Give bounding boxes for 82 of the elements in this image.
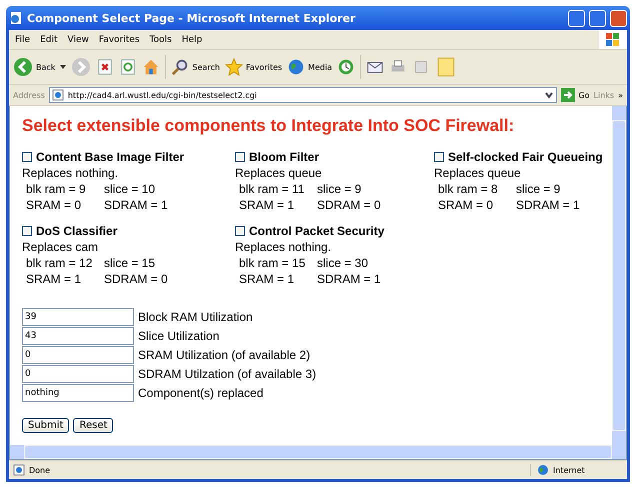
sdram-value: SDRAM = 1 xyxy=(516,198,581,212)
horizontal-scrollbar[interactable] xyxy=(10,445,626,459)
component-name: Bloom Filter xyxy=(249,150,320,164)
reset-button[interactable]: Reset xyxy=(73,418,114,433)
menu-item[interactable]: Help xyxy=(182,34,202,44)
checkbox[interactable] xyxy=(235,152,245,162)
media-button[interactable]: Media xyxy=(287,58,332,76)
blk-ram-value: blk ram = 9 xyxy=(26,182,87,196)
sram-value: SRAM = 1 xyxy=(239,272,296,286)
field-label: SRAM Utilization (of available 2) xyxy=(138,348,310,362)
menu-item[interactable]: View xyxy=(68,34,89,44)
page-icon xyxy=(9,11,23,25)
input-field[interactable]: 0 xyxy=(22,346,134,364)
replaces-text: Replaces queue xyxy=(235,166,323,180)
globe-icon xyxy=(537,464,549,476)
window-title: Component Select Page - Microsoft Internet Explorer xyxy=(27,12,356,24)
blk-ram-value: blk ram = 15 xyxy=(239,256,306,270)
search-button[interactable]: Search xyxy=(171,58,220,76)
replaces-text: Replaces nothing. xyxy=(235,240,332,254)
favorites-button[interactable]: Favorites xyxy=(224,58,282,76)
globe-icon[interactable] xyxy=(287,58,306,76)
slice-value: slice = 9 xyxy=(516,182,562,196)
checkbox[interactable] xyxy=(22,152,32,162)
address-label: Address xyxy=(13,90,45,100)
checkbox[interactable] xyxy=(434,152,444,162)
sram-value: SRAM = 0 xyxy=(438,198,494,212)
caret-icon[interactable] xyxy=(60,65,66,69)
close-button[interactable] xyxy=(610,10,627,26)
replaces-text: Replaces queue xyxy=(434,166,522,180)
vertical-scrollbar[interactable] xyxy=(612,106,626,445)
chevron-button[interactable]: » xyxy=(618,90,623,100)
stop-icon[interactable] xyxy=(96,58,114,76)
field-label: SDRAM Utilzation (of available 3) xyxy=(138,367,316,381)
address-field[interactable]: http://cad4.arl.wustl.edu/cgi-bin/testselect2.cgi xyxy=(48,87,558,103)
input-field[interactable]: 0 xyxy=(22,365,134,383)
status-text: Done xyxy=(29,466,50,474)
sdram-value: SDRAM = 0 xyxy=(104,272,169,286)
blk-ram-value: blk ram = 11 xyxy=(239,182,306,196)
dropdown-icon[interactable] xyxy=(544,90,554,100)
blk-ram-value: blk ram = 12 xyxy=(26,256,94,270)
component-name: Control Packet Security xyxy=(249,224,384,238)
menu-item[interactable]: Favorites xyxy=(98,34,140,44)
component-name: Content Base Image Filter xyxy=(36,150,184,164)
menu-item[interactable]: Edit xyxy=(40,34,58,44)
blk-ram-value: blk ram = 8 xyxy=(438,182,499,196)
maximize-button[interactable] xyxy=(589,10,606,26)
sram-value: SRAM = 1 xyxy=(239,198,296,212)
replaces-text: Replaces nothing. xyxy=(22,166,120,180)
sram-value: SRAM = 0 xyxy=(26,198,82,212)
checkbox[interactable] xyxy=(22,226,32,236)
sdram-value: SDRAM = 1 xyxy=(317,272,382,286)
back-button[interactable]: Back xyxy=(13,57,56,77)
input-field[interactable]: 39 xyxy=(22,308,134,326)
component-name: DoS Classifier xyxy=(36,224,118,238)
windows-logo-icon xyxy=(605,32,621,48)
page-icon xyxy=(52,89,64,101)
history-icon[interactable] xyxy=(337,58,356,76)
menu-item[interactable]: File xyxy=(15,34,30,44)
component-name: Self-clocked Fair Queueing xyxy=(448,150,603,164)
zone-text: Internet xyxy=(553,466,585,474)
input-field[interactable]: nothing xyxy=(22,384,134,402)
sram-value: SRAM = 1 xyxy=(26,272,82,286)
slice-value: slice = 10 xyxy=(104,182,156,196)
replaces-text: Replaces cam xyxy=(22,240,100,254)
field-label: Component(s) replaced xyxy=(138,386,264,400)
menu-item[interactable]: Tools xyxy=(150,34,172,44)
sdram-value: SDRAM = 1 xyxy=(104,198,169,212)
minimize-button[interactable] xyxy=(568,10,585,26)
field-label: Block RAM Utilization xyxy=(138,310,253,324)
slice-value: slice = 15 xyxy=(104,256,156,270)
star-icon[interactable] xyxy=(224,58,243,76)
page-heading: Select extensible components to Integrate Into SOC Firewall: xyxy=(22,116,516,136)
search-icon[interactable] xyxy=(171,58,190,76)
checkbox[interactable] xyxy=(235,226,245,236)
input-field[interactable]: 43 xyxy=(22,327,134,345)
slice-value: slice = 9 xyxy=(317,182,362,196)
field-label: Slice Utilization xyxy=(138,329,220,343)
slice-value: slice = 30 xyxy=(317,256,370,270)
home-icon[interactable] xyxy=(142,58,160,76)
page-icon xyxy=(13,464,25,476)
sdram-value: SDRAM = 0 xyxy=(317,198,382,212)
submit-button[interactable]: Submit xyxy=(22,418,70,433)
